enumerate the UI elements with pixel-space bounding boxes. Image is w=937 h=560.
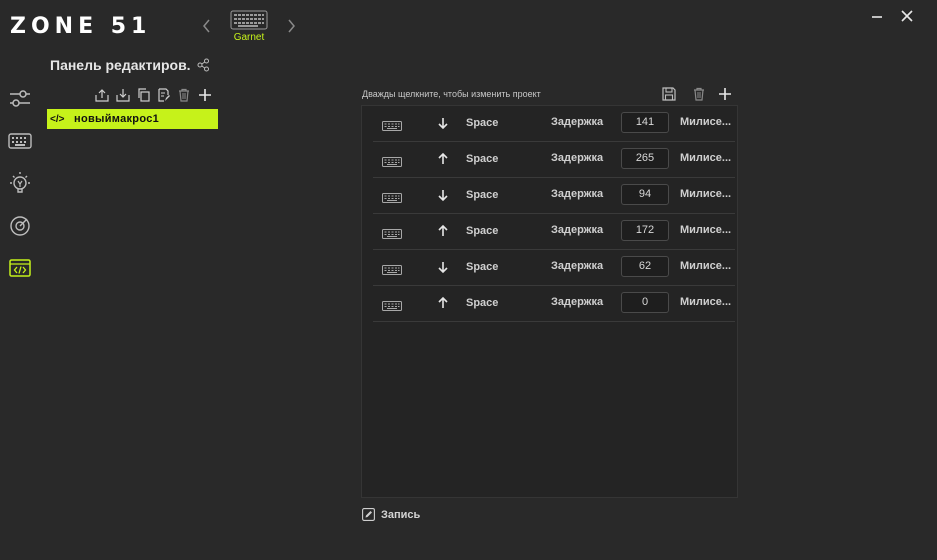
arrow-up-icon bbox=[438, 152, 448, 164]
event-key: Space bbox=[466, 117, 499, 129]
sidebar-item-macro[interactable] bbox=[7, 255, 33, 281]
delay-input[interactable]: 0 bbox=[621, 292, 669, 313]
arrow-down-icon bbox=[438, 118, 448, 130]
keyboard-key-icon bbox=[382, 229, 402, 239]
delay-label: Задержка bbox=[551, 152, 604, 164]
event-key: Space bbox=[466, 189, 499, 201]
delay-unit: Милисе... bbox=[680, 152, 732, 164]
keyboard-icon bbox=[8, 133, 32, 149]
chevron-right-icon bbox=[288, 19, 295, 33]
delay-unit: Милисе... bbox=[680, 260, 732, 272]
event-row[interactable]: Space Задержка 94 Милисе... bbox=[373, 178, 735, 214]
event-row[interactable]: Space Задержка 62 Милисе... bbox=[373, 250, 735, 286]
sidebar-item-lighting[interactable] bbox=[7, 170, 33, 196]
delay-label: Задержка bbox=[551, 260, 604, 272]
event-row[interactable]: Space Задержка 141 Милисе... bbox=[373, 106, 735, 142]
copy-icon[interactable] bbox=[137, 88, 151, 102]
record-label: Запись bbox=[381, 508, 421, 521]
event-row[interactable]: Space Задержка 265 Милисе... bbox=[373, 142, 735, 178]
delay-input[interactable]: 94 bbox=[621, 184, 669, 205]
record-edit-icon bbox=[362, 508, 375, 521]
event-key: Space bbox=[466, 225, 499, 237]
delete-event-icon[interactable] bbox=[691, 86, 707, 102]
event-list: Space Задержка 141 Милисе... Space Задержка 26… bbox=[361, 105, 738, 498]
event-row[interactable]: Space Задержка 0 Милисе... bbox=[373, 286, 735, 322]
keyboard-key-icon bbox=[382, 157, 402, 167]
arrow-down-icon bbox=[438, 190, 448, 202]
previous-device-button[interactable] bbox=[199, 16, 215, 36]
keyboard-key-icon bbox=[382, 121, 402, 131]
share-icon[interactable] bbox=[197, 58, 210, 72]
delay-input[interactable]: 141 bbox=[621, 112, 669, 133]
sidebar-item-performance[interactable] bbox=[7, 213, 33, 239]
next-device-button[interactable] bbox=[283, 16, 299, 36]
arrow-up-icon bbox=[438, 224, 448, 236]
sliders-icon bbox=[10, 90, 30, 107]
save-icon[interactable] bbox=[661, 86, 677, 102]
arrow-up-icon bbox=[438, 296, 448, 308]
record-button[interactable]: Запись bbox=[362, 508, 420, 521]
delay-label: Задержка bbox=[551, 188, 604, 200]
sidebar-item-settings[interactable] bbox=[7, 86, 33, 112]
trash-icon[interactable] bbox=[177, 88, 191, 102]
event-key: Space bbox=[466, 261, 499, 273]
code-glyph: </> bbox=[50, 113, 65, 125]
delay-label: Задержка bbox=[551, 296, 604, 308]
edit-document-icon[interactable] bbox=[157, 88, 171, 102]
device-name: Garnet bbox=[233, 32, 265, 43]
close-icon bbox=[901, 10, 913, 22]
keyboard-key-icon bbox=[382, 301, 402, 311]
app-window: ZONE 51 Garnet Панель редактиров. </> но… bbox=[0, 0, 937, 560]
chevron-left-icon bbox=[203, 19, 210, 33]
event-key: Space bbox=[466, 153, 499, 165]
delay-unit: Милисе... bbox=[680, 116, 732, 128]
event-key: Space bbox=[466, 297, 499, 309]
keyboard-key-icon bbox=[382, 193, 402, 203]
add-event-icon[interactable] bbox=[717, 86, 733, 102]
add-icon[interactable] bbox=[198, 88, 212, 102]
macro-name: новыймакрос1 bbox=[74, 113, 160, 125]
delay-input[interactable]: 265 bbox=[621, 148, 669, 169]
delay-input[interactable]: 62 bbox=[621, 256, 669, 277]
bulb-icon bbox=[10, 172, 30, 193]
delay-unit: Милисе... bbox=[680, 296, 732, 308]
brand-logo: ZONE 51 bbox=[10, 14, 152, 39]
arrow-down-icon bbox=[438, 262, 448, 274]
macro-list-item[interactable]: </> новыймакрос1 bbox=[47, 109, 218, 129]
editor-hint: Дважды щелкните, чтобы изменить проект bbox=[362, 89, 541, 99]
minimize-button[interactable] bbox=[866, 6, 888, 28]
delay-label: Задержка bbox=[551, 116, 604, 128]
code-window-icon bbox=[9, 259, 31, 277]
keyboard-key-icon bbox=[382, 265, 402, 275]
minimize-icon bbox=[872, 16, 882, 18]
delay-unit: Милисе... bbox=[680, 224, 732, 236]
delay-unit: Милисе... bbox=[680, 188, 732, 200]
close-button[interactable] bbox=[896, 6, 918, 28]
event-row[interactable]: Space Задержка 172 Милисе... bbox=[373, 214, 735, 250]
import-icon[interactable] bbox=[116, 88, 130, 102]
gauge-icon bbox=[10, 216, 30, 236]
delay-label: Задержка bbox=[551, 224, 604, 236]
delay-input[interactable]: 172 bbox=[621, 220, 669, 241]
export-icon[interactable] bbox=[95, 88, 109, 102]
panel-title: Панель редактиров. bbox=[50, 57, 191, 73]
device-selector[interactable]: Garnet bbox=[226, 10, 272, 46]
keyboard-device-icon bbox=[230, 10, 268, 30]
sidebar-item-keyboard[interactable] bbox=[7, 128, 33, 154]
